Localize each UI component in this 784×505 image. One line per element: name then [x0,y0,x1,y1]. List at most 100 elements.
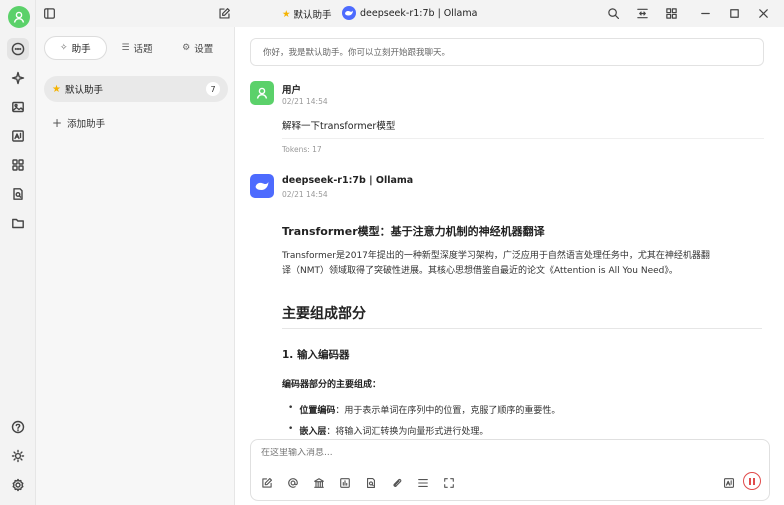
deepseek-whale-icon [255,182,269,190]
minimize-icon [700,12,710,14]
paperclip-icon [393,478,402,487]
message-input[interactable] [261,448,741,458]
search-button[interactable] [605,5,621,21]
chart-bar-icon [340,478,350,488]
mention-model-tool[interactable] [285,475,301,491]
rail-help-button[interactable] [7,416,29,438]
deepseek-whale-icon [342,6,356,20]
add-assistant-label: 添加助手 [67,119,106,130]
rail-theme-button[interactable] [7,445,29,467]
expand-icon [636,8,648,18]
sidebar-tabs: ✧ 助手 ☰ 话题 ⚙ 设置 [44,36,228,60]
user-message-time: 02/21 14:54 [282,97,328,106]
toggle-sidebar-button[interactable] [41,5,57,21]
model-selector[interactable]: deepseek-r1:7b | Ollama [342,6,477,20]
library-icon [314,478,324,488]
fullscreen-icon [444,478,454,488]
assistant-list-item[interactable]: ★ 默认助手 7 [44,76,228,102]
user-avatar[interactable] [8,6,30,28]
rail-translate-button[interactable] [7,125,29,147]
response-heading: Transformer模型：基于注意力机制的神经机器翻译 [282,225,545,238]
attach-file-tool[interactable] [389,475,405,491]
list-item-desc: ：用于表示单词在序列中的位置，克服了顺序的重要性。 [335,406,561,416]
title-bar: ★ 默认助手 deepseek-r1:7b | Ollama [36,0,784,27]
image-translate-tool[interactable] [721,475,737,491]
rail-files-button[interactable] [7,212,29,234]
topic-count-badge: 7 [206,82,220,96]
gear-icon [12,478,24,492]
pause-icon [749,478,755,485]
rail-agents-button[interactable] [7,67,29,89]
document-tool[interactable] [363,475,379,491]
close-button[interactable] [755,5,771,21]
add-assistant-button[interactable]: + 添加助手 [52,116,105,130]
edit-icon [262,477,273,488]
new-topic-button[interactable] [216,5,232,21]
list-item-term: 嵌入层 [299,427,327,437]
document-search-icon [367,477,375,489]
list-item-term: 位置编码 [299,406,336,416]
list-item-desc: ：将输入词汇转换为向量形式进行处理。 [326,427,489,437]
edit-icon [218,7,230,19]
expand-width-button[interactable] [634,5,650,21]
current-assistant-name: 默认助手 [293,10,332,21]
tab-topics[interactable]: ☰ 话题 [107,36,168,60]
token-count: Tokens: 17 [282,145,322,154]
model-label: deepseek-r1:7b | Ollama [360,7,478,19]
paragraph-line: 译（NMT）领域取得了突破性进展。其核心思想借鉴自最近的论文《Attention… [282,266,678,276]
user-icon [13,11,25,23]
current-assistant[interactable]: ★ 默认助手 [282,7,332,22]
bullet: • [288,424,294,434]
sparkle-icon: ✧ [60,43,68,53]
subsection-title: 1. 输入编码器 [282,349,350,361]
minimize-button[interactable] [697,5,713,21]
greeting-banner: 你好，我是默认助手。你可以立刻开始跟我聊天。 [250,38,764,66]
image-translate-icon [12,130,24,142]
document-search-icon [13,188,23,200]
bullet: • [288,403,294,413]
tab-assistants[interactable]: ✧ 助手 [44,36,107,60]
knowledge-base-tool[interactable] [311,475,327,491]
image-translate-icon [723,478,735,488]
section-title: 主要组成部分 [282,306,366,322]
rail-knowledge-button[interactable] [7,183,29,205]
fullscreen-tool[interactable] [441,475,457,491]
list-item: • 位置编码：用于表示单词在序列中的位置，克服了顺序的重要性。 [288,403,768,416]
rail-chat-button[interactable] [7,38,29,60]
tab-label: 助手 [71,44,91,55]
message-composer [250,439,770,501]
new-topic-tool[interactable] [259,475,275,491]
list-icon: ☰ [121,43,130,53]
plus-icon: + [52,116,63,130]
clear-context-tool[interactable] [415,475,431,491]
rail-image-button[interactable] [7,96,29,118]
rail-settings-button[interactable] [7,474,29,496]
icon-rail [0,0,36,505]
user-message-avatar [250,81,274,105]
user-message-name: 用户 [282,85,302,96]
stop-generation-button[interactable] [743,472,761,490]
chat-area: 你好，我是默认助手。你可以立刻开始跟我聊天。 用户 02/21 14:54 解释… [236,27,784,505]
paragraph-line: Transformer是2017年提出的一种新型深度学习架构，广泛应用于自然语言… [282,251,710,261]
layout-button[interactable] [663,5,679,21]
help-icon [11,420,25,434]
maximize-icon [729,8,739,18]
subsection-label: 编码器部分的主要组成： [282,380,382,390]
star-icon: ★ [282,8,291,20]
assistant-message-name: deepseek-r1:7b | Ollama [282,175,414,186]
assistant-message-time: 02/21 14:54 [282,190,328,199]
grid-layout-icon [665,7,677,19]
chat-bubble-icon [11,42,25,56]
web-search-tool[interactable] [337,475,353,491]
search-icon [607,7,619,19]
sparkle-icon [11,71,25,85]
tab-settings[interactable]: ⚙ 设置 [167,36,228,60]
section-divider [282,328,762,329]
assistant-sidebar: ✧ 助手 ☰ 话题 ⚙ 设置 ★ 默认助手 7 + 添加助手 [36,27,235,505]
maximize-button[interactable] [726,5,742,21]
tab-label: 话题 [133,44,153,55]
sun-icon [11,449,25,463]
rail-apps-button[interactable] [7,154,29,176]
list-item: • 嵌入层：将输入词汇转换为向量形式进行处理。 [288,424,768,437]
response-paragraph: Transformer是2017年提出的一种新型深度学习架构，广泛应用于自然语言… [282,249,762,279]
